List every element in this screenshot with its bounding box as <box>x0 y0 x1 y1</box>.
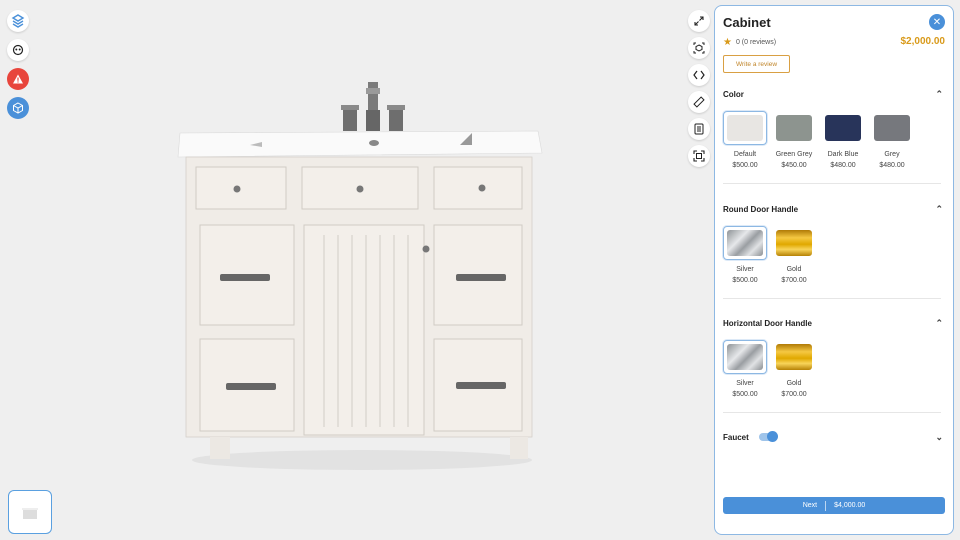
rating: ★ 0 (0 reviews) <box>723 37 776 48</box>
swatch-silver <box>727 344 763 370</box>
swatch-dark-blue <box>825 115 861 141</box>
swatch-gold <box>776 230 812 256</box>
color-section-header[interactable]: Color ⌃ <box>723 87 943 101</box>
faucet-title-group: Faucet <box>723 431 778 442</box>
document-icon[interactable] <box>688 118 710 140</box>
write-review-button[interactable]: Write a review <box>723 55 790 73</box>
option-price: $480.00 <box>830 162 856 169</box>
option-price: $700.00 <box>781 277 807 284</box>
option-name: Gold <box>786 266 802 273</box>
option-price: $500.00 <box>732 391 758 398</box>
product-price: $2,000.00 <box>900 36 946 47</box>
option-grey[interactable]: Grey $480.00 <box>870 111 914 169</box>
section-title: Color <box>723 89 744 99</box>
round-handle-header[interactable]: Round Door Handle ⌃ <box>723 202 943 216</box>
option-silver[interactable]: Silver $500.00 <box>723 226 767 284</box>
cube-icon[interactable] <box>7 97 29 119</box>
swatch-grey <box>874 115 910 141</box>
horizontal-handle-section: Horizontal Door Handle ⌃ Silver $500.00 … <box>723 316 943 398</box>
expand-icon[interactable] <box>688 10 710 32</box>
option-price: $480.00 <box>879 162 905 169</box>
option-gold[interactable]: Gold $700.00 <box>772 340 816 398</box>
section-title: Round Door Handle <box>723 204 799 214</box>
swatch-frame <box>772 340 816 374</box>
option-price: $700.00 <box>781 391 807 398</box>
embed-icon[interactable] <box>688 64 710 86</box>
next-label: Next <box>802 502 818 509</box>
horizontal-handle-header[interactable]: Horizontal Door Handle ⌃ <box>723 316 943 330</box>
swatch-frame <box>821 111 865 145</box>
total-price: $4,000.00 <box>834 502 866 509</box>
divider <box>723 183 941 184</box>
swatch-gold <box>776 344 812 370</box>
chevron-up-icon[interactable]: ⌃ <box>935 318 943 329</box>
option-silver[interactable]: Silver $500.00 <box>723 340 767 398</box>
option-name: Gold <box>786 380 802 387</box>
faucet-header[interactable]: Faucet ⌄ <box>723 430 943 444</box>
option-price: $450.00 <box>781 162 807 169</box>
swatch-frame <box>772 111 816 145</box>
next-button[interactable]: Next $4,000.00 <box>723 497 945 514</box>
option-name: Silver <box>736 266 754 273</box>
swatch-frame <box>870 111 914 145</box>
option-name: Dark Blue <box>827 151 859 158</box>
option-price: $500.00 <box>732 162 758 169</box>
option-dark-blue[interactable]: Dark Blue $480.00 <box>821 111 865 169</box>
divider <box>723 298 941 299</box>
faucet-section: Faucet ⌄ <box>723 430 943 444</box>
chevron-down-icon[interactable]: ⌄ <box>935 432 943 443</box>
rating-text: 0 (0 reviews) <box>735 39 777 46</box>
swatch-default <box>727 115 763 141</box>
swatch-green-grey <box>776 115 812 141</box>
option-gold[interactable]: Gold $700.00 <box>772 226 816 284</box>
section-title: Faucet <box>723 432 749 442</box>
option-name: Default <box>733 151 757 158</box>
ruler-icon[interactable] <box>688 91 710 113</box>
option-name: Green Grey <box>775 151 813 158</box>
option-price: $500.00 <box>732 277 758 284</box>
ar-icon[interactable] <box>688 37 710 59</box>
section-title: Horizontal Door Handle <box>723 318 812 328</box>
swatch-frame <box>723 226 767 260</box>
warning-icon[interactable] <box>7 68 29 90</box>
swatch-frame <box>723 340 767 374</box>
option-green-grey[interactable]: Green Grey $450.00 <box>772 111 816 169</box>
left-toolbar <box>7 10 29 119</box>
button-separator <box>825 500 827 511</box>
close-button[interactable]: ✕ <box>929 14 945 30</box>
option-default[interactable]: Default $500.00 <box>723 111 767 169</box>
chevron-up-icon[interactable]: ⌃ <box>935 204 943 215</box>
color-section: Color ⌃ Default $500.00 Green Grey $450.… <box>723 87 943 169</box>
view-icon[interactable] <box>7 39 29 61</box>
scene-thumbnail[interactable] <box>8 490 52 534</box>
swatch-frame <box>723 111 767 145</box>
chevron-up-icon[interactable]: ⌃ <box>935 89 943 100</box>
swatch-frame <box>772 226 816 260</box>
divider <box>723 412 941 413</box>
right-toolbar <box>688 10 710 167</box>
option-name: Silver <box>736 380 754 387</box>
cabinet-3d-view[interactable] <box>170 75 550 475</box>
round-handle-section: Round Door Handle ⌃ Silver $500.00 Gold … <box>723 202 943 284</box>
fullscreen-icon[interactable] <box>688 145 710 167</box>
swatch-silver <box>727 230 763 256</box>
product-title: Cabinet <box>723 15 771 30</box>
configurator-panel: Cabinet ✕ ★ 0 (0 reviews) $2,000.00 Writ… <box>714 5 954 535</box>
logo-icon[interactable] <box>7 10 29 32</box>
option-name: Grey <box>884 151 900 158</box>
faucet-toggle[interactable] <box>758 431 778 442</box>
star-icon: ★ <box>723 37 732 48</box>
